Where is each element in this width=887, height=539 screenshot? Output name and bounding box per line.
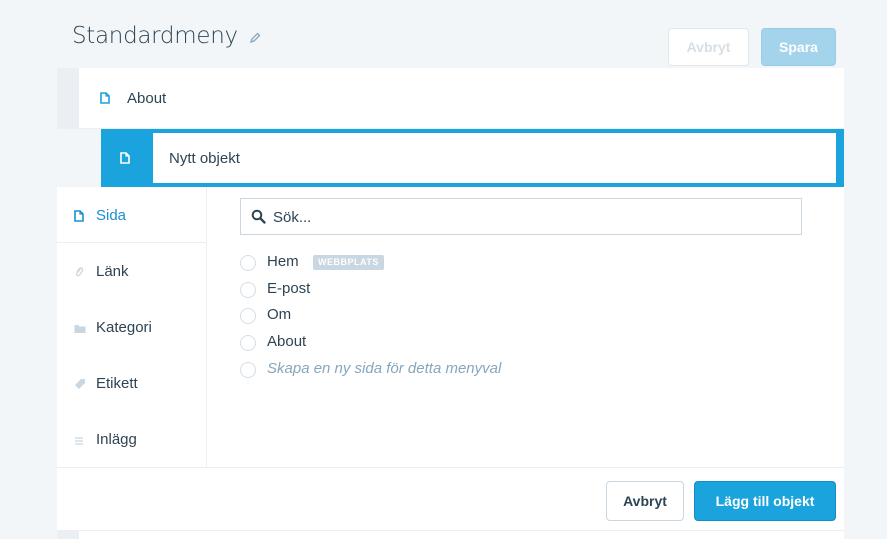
option-radio[interactable]: [240, 362, 256, 378]
panel-footer: Avbryt Lägg till objekt: [57, 467, 844, 530]
cancel-button[interactable]: Avbryt: [606, 481, 684, 521]
header-cancel-button[interactable]: Avbryt: [668, 28, 749, 66]
option-label: Om: [267, 306, 292, 323]
folder-icon: [74, 321, 86, 339]
search-input[interactable]: [273, 205, 773, 229]
pencil-icon[interactable]: [249, 24, 261, 50]
site-badge: WEBBPLATS: [313, 255, 384, 270]
sidebar-item-label: Sida: [96, 207, 127, 224]
option-create-new-page[interactable]: Skapa en ny sida för detta menyval: [240, 357, 560, 381]
header-save-button[interactable]: Spara: [761, 28, 836, 66]
item-type-sidebar: Sida Länk Kategori Etikett Inlägg: [57, 187, 207, 467]
option-radio[interactable]: [240, 255, 256, 271]
option-label: Skapa en ny sida för detta menyval: [267, 360, 502, 377]
option-hem[interactable]: Hem WEBBPLATS: [240, 250, 400, 274]
sidebar-item-label: Etikett: [96, 375, 138, 392]
option-e-post[interactable]: E-post: [240, 277, 360, 301]
sidebar-item-sida[interactable]: Sida: [57, 187, 207, 243]
search-box[interactable]: [240, 198, 802, 235]
option-about[interactable]: About: [240, 330, 360, 354]
option-om[interactable]: Om: [240, 303, 360, 327]
sidebar-item-inlagg[interactable]: Inlägg: [57, 411, 207, 467]
indent-strip: [57, 531, 79, 539]
menu-title[interactable]: Standardmeny: [72, 23, 261, 50]
search-icon: [251, 209, 266, 229]
lines-icon: [74, 433, 84, 451]
menu-title-text: Standardmeny: [72, 23, 238, 49]
sidebar-item-label: Inlägg: [96, 431, 137, 448]
menu-item-about[interactable]: About: [79, 68, 844, 129]
indent-strip: [57, 68, 79, 129]
page-icon: [120, 151, 130, 169]
tag-icon: [74, 377, 86, 395]
new-item-row[interactable]: Nytt objekt: [101, 129, 844, 187]
option-label: E-post: [267, 280, 311, 297]
new-item-label-box: Nytt objekt: [153, 133, 836, 183]
page-icon: [74, 209, 84, 227]
menu-header: Standardmeny Avbryt Spara: [57, 8, 844, 68]
menu-item-label: About: [127, 90, 167, 107]
option-radio[interactable]: [240, 308, 256, 324]
option-label: About: [267, 333, 307, 350]
option-radio[interactable]: [240, 335, 256, 351]
link-icon: [74, 265, 84, 283]
item-editor-panel: Sida Länk Kategori Etikett Inlägg Sök...…: [57, 187, 844, 530]
sidebar-item-etikett[interactable]: Etikett: [57, 355, 207, 411]
next-menu-row: [57, 530, 844, 539]
option-radio[interactable]: [240, 282, 256, 298]
page-icon: [100, 91, 110, 109]
sidebar-item-kategori[interactable]: Kategori: [57, 299, 207, 355]
sidebar-item-label: Kategori: [96, 319, 152, 336]
option-label: Hem: [267, 253, 299, 270]
new-item-label: Nytt objekt: [169, 150, 240, 167]
add-item-button[interactable]: Lägg till objekt: [694, 481, 836, 521]
sidebar-item-lank[interactable]: Länk: [57, 243, 207, 299]
sidebar-item-label: Länk: [96, 263, 129, 280]
